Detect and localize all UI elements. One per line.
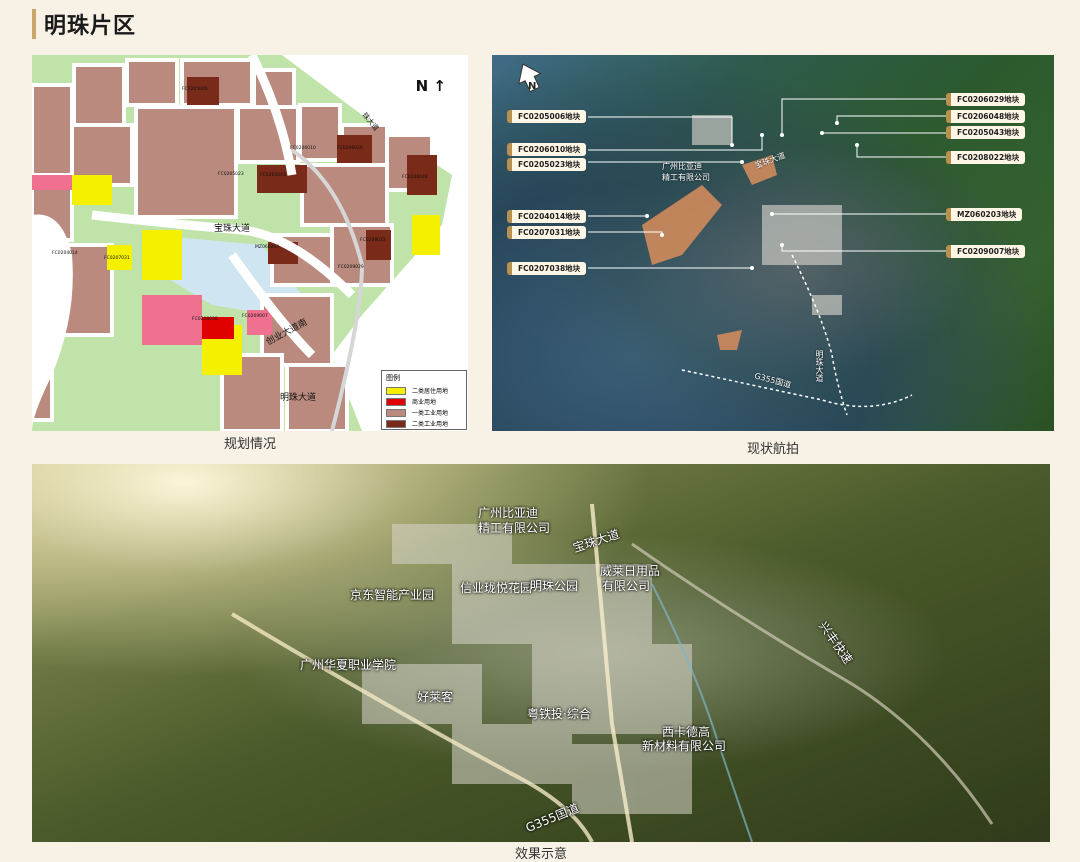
parcel-code: FC0206048	[402, 174, 428, 180]
parcel-tag: FC0206048地块	[946, 110, 1026, 123]
legend-swatch	[386, 419, 406, 428]
parcel-tag: FC0206010地块	[507, 143, 587, 156]
legend-title: 图例	[386, 374, 400, 382]
parcel-tag: FC0205043地块	[946, 126, 1026, 139]
parcel-code: MZ060203	[255, 244, 279, 250]
parcel-code: FC0205006	[182, 86, 208, 92]
aerial-photo: N FC0205006地块 FC0206010地块 FC0205023地块 FC…	[492, 55, 1054, 431]
render-label: 广州华夏职业学院	[300, 658, 397, 672]
parcel-code: FC0205043	[260, 172, 286, 178]
aerial-label: 明珠大道	[815, 350, 824, 382]
render-label: 京东智能产业园	[350, 588, 435, 602]
render-label: 有限公司	[602, 579, 651, 593]
parcel-code: FC0208038	[192, 316, 218, 322]
legend-swatch	[386, 386, 406, 395]
parcel-tag: FC0204014地块	[507, 210, 587, 223]
parcel-code: FC0204014	[52, 250, 78, 256]
render-label: 明珠公园	[530, 579, 579, 593]
legend-label: 二类工业用地	[412, 421, 449, 428]
parcel-code: FC0208022	[360, 237, 386, 243]
page-header: 明珠片区	[32, 8, 136, 40]
parcel-code: FC0209007	[242, 313, 268, 319]
legend-label: 一类工业用地	[412, 410, 449, 417]
render-label: 粤铁投·综合	[527, 707, 591, 721]
legend-item: 商业用地	[382, 396, 466, 407]
aerial-label: 广州比亚迪	[662, 162, 702, 171]
legend-label: 二类居住用地	[412, 388, 449, 395]
parcel-tag: FC0205006地块	[507, 110, 587, 123]
parcel-tag: MZ060203地块	[946, 208, 1023, 221]
legend-swatch	[386, 408, 406, 417]
legend-item: 一类工业用地	[382, 407, 466, 418]
page-title: 明珠片区	[44, 14, 137, 39]
planning-map: 宝珠大道 创业大道南 明珠大道 珠大道 FC0205006 FC0206010 …	[32, 55, 468, 431]
parcel-code: FC0206010	[290, 145, 316, 151]
road-label-mingzhu: 明珠大道	[280, 391, 316, 403]
render-label: 好莱客	[417, 690, 454, 704]
map-legend: 图例 二类居住用地 商业用地 一类工业用地 二类工业用地	[381, 370, 467, 430]
parcel-code: FC0206029	[337, 145, 363, 151]
legend-swatch	[386, 397, 406, 406]
north-arrow-icon: N ↑	[415, 77, 446, 95]
aerial-compass-label: N	[528, 81, 537, 92]
aerial-caption: 现状航拍	[746, 442, 799, 457]
parcel-tag: FC0208022地块	[946, 151, 1026, 164]
parcel-code: FC0207031	[104, 255, 130, 261]
render-label: 新材料有限公司	[642, 739, 727, 753]
parcel-tag: FC0207031地块	[507, 226, 587, 239]
aerial-label: 精工有限公司	[662, 173, 710, 182]
render-label: 信业珑悦花园	[460, 581, 533, 595]
legend-item: 二类居住用地	[382, 385, 466, 396]
parcel-code: FC0205023	[218, 171, 244, 177]
road-label-baozhu: 宝珠大道	[214, 222, 250, 234]
parcel-tag: FC0205023地块	[507, 158, 587, 171]
title-accent-bar	[32, 9, 36, 39]
planning-caption: 规划情况	[223, 437, 276, 452]
parcel-tag: FC0207038地块	[507, 262, 587, 275]
legend-item: 二类工业用地	[382, 418, 466, 429]
render-label: 精工有限公司	[478, 521, 551, 535]
parcel-tag: FC0206029地块	[946, 93, 1026, 106]
rendering-image: 广州比亚迪 精工有限公司 宝珠大道 威莱日用品 有限公司 京东智能产业园 信业珑…	[32, 464, 1050, 842]
parcel-code: FC0209029	[338, 264, 364, 270]
parcel-tag: FC0209007地块	[946, 245, 1026, 258]
rendering-caption: 效果示意	[514, 847, 567, 862]
legend-label: 商业用地	[412, 399, 437, 406]
